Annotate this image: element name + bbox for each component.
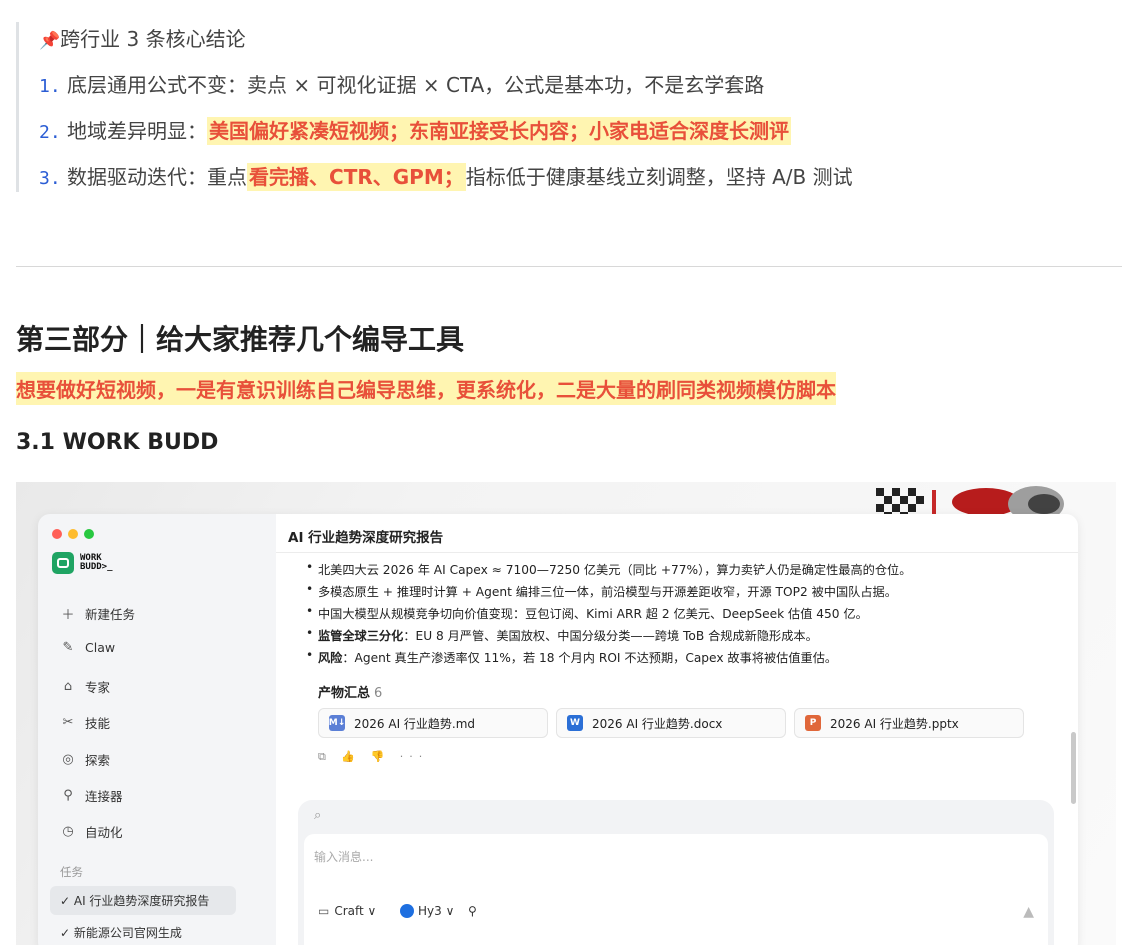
sidebar-item-new-task[interactable]: ＋新建任务	[60, 604, 135, 623]
workbuddy-screenshot: WORK BUDD>_ ＋新建任务 ✎ Claw ⌂ 专家 ✂ 技能 ◎ 探索 ⚲ 连接器 …	[16, 482, 1116, 945]
markdown-file-icon: M↓	[329, 715, 345, 731]
graduation-cap-icon: ⌂	[63, 679, 73, 694]
task-item-ai-report[interactable]: ✓ AI 行业趋势深度研究报告	[50, 886, 236, 915]
mode-selector[interactable]: ▭ Craft ∨	[318, 904, 376, 918]
conclusion-item-1: 1. 底层通用公式不变：卖点 × 可视化证据 × CTA，公式是基本功，不是玄学…	[39, 73, 765, 97]
subsection-title: 3.1 WORK BUDD	[16, 430, 219, 455]
file-card-pptx[interactable]: P 2026 AI 行业趋势.pptx	[794, 708, 1024, 738]
claw-icon: ✎	[62, 640, 74, 655]
sidebar-item-automation[interactable]: ◷ 自动化	[60, 822, 122, 841]
report-bullet: 北美四大云 2026 年 AI Capex ≈ 7100—7250 亿美元（同比…	[306, 560, 911, 578]
highlight-text: 美国偏好紧凑短视频；东南亚接受长内容；小家电适合深度长测评	[207, 117, 792, 145]
section-title: 第三部分｜给大家推荐几个编导工具	[16, 323, 465, 356]
file-card-docx[interactable]: W 2026 AI 行业趋势.docx	[556, 708, 786, 738]
message-actions[interactable]: ⧉ 👍 👎 ···	[318, 750, 428, 764]
conclusions-blockquote: 📌跨行业 3 条核心结论 1. 底层通用公式不变：卖点 × 可视化证据 × CT…	[16, 22, 1119, 192]
connector-icon[interactable]: ⚲	[468, 904, 477, 918]
composer: ⌕ 输入消息... ▭ Craft ∨ Hy3 ∨ ⚲ ▲	[298, 800, 1054, 945]
conclusion-item-3: 3. 数据驱动迭代：重点 看完播、CTR、GPM； 指标低于健康基线立刻调整，坚持 …	[39, 163, 853, 191]
task-group-label: 任务	[60, 865, 83, 879]
tools-icon: ✂	[62, 715, 74, 730]
conclusion-item-2: 2. 地域差异明显： 美国偏好紧凑短视频；东南亚接受长内容；小家电适合深度长测评	[39, 117, 792, 145]
powerpoint-file-icon: P	[805, 715, 821, 731]
connector-icon: ⚲	[63, 788, 73, 803]
send-icon[interactable]: ▲	[1023, 904, 1034, 920]
report-bullet: 多模态原生 + 推理时计算 + Agent 编排三位一体，前沿模型与开源差距收窄…	[306, 582, 897, 600]
model-logo-icon	[400, 904, 414, 918]
paperclip-icon[interactable]: ⌕	[314, 808, 321, 823]
task-item-energy-site[interactable]: ✓ 新能源公司官网生成	[50, 918, 236, 945]
input-placeholder: 输入消息...	[314, 850, 374, 864]
lead-highlight: 想要做好短视频，一是有意识训练自己编导思维，更系统化，二是大量的刷同类视频模仿脚…	[16, 372, 836, 405]
main-panel: AI 行业趋势深度研究报告 北美四大云 2026 年 AI Capex ≈ 71…	[276, 514, 1078, 945]
workbuddy-logo: WORK BUDD>_	[52, 552, 113, 574]
pushpin-icon: 📌	[39, 31, 61, 51]
sidebar-item-skills[interactable]: ✂ 技能	[60, 713, 110, 732]
word-file-icon: W	[567, 715, 583, 731]
clock-icon: ◷	[62, 824, 74, 839]
conclusions-title: 📌跨行业 3 条核心结论	[39, 27, 246, 51]
compass-icon: ◎	[62, 752, 74, 767]
sidebar-item-explore[interactable]: ◎ 探索	[60, 750, 110, 769]
horizontal-divider	[16, 266, 1122, 267]
report-bullet: 监管全球三分化：EU 8 月严管、美国放权、中国分级分类——跨境 ToB 合规成…	[306, 626, 818, 644]
scrollbar[interactable]	[1071, 732, 1076, 804]
plus-icon: ＋	[61, 608, 75, 623]
sidebar: WORK BUDD>_ ＋新建任务 ✎ Claw ⌂ 专家 ✂ 技能 ◎ 探索 ⚲ 连接器 …	[38, 514, 276, 945]
sidebar-item-claw[interactable]: ✎ Claw	[60, 640, 116, 655]
artifacts-heading: 产物汇总 6	[318, 686, 383, 701]
app-window: WORK BUDD>_ ＋新建任务 ✎ Claw ⌂ 专家 ✂ 技能 ◎ 探索 ⚲ 连接器 …	[38, 514, 1078, 945]
model-selector[interactable]: Hy3 ∨	[400, 904, 454, 918]
report-bullet: 中国大模型从规模竞争切向价值变现：豆包订阅、Kimi ARR 超 2 亿美元、D…	[306, 604, 868, 622]
file-card-md[interactable]: M↓ 2026 AI 行业趋势.md	[318, 708, 548, 738]
sidebar-item-experts[interactable]: ⌂ 专家	[60, 677, 110, 696]
highlight-text: 看完播、CTR、GPM；	[247, 163, 466, 191]
message-input[interactable]: 输入消息... ▭ Craft ∨ Hy3 ∨ ⚲ ▲	[304, 834, 1048, 945]
logo-icon	[52, 552, 74, 574]
sidebar-item-connectors[interactable]: ⚲ 连接器	[60, 786, 122, 805]
report-bullet: 风险：Agent 真生产渗透率仅 11%，若 18 个月内 ROI 不达预期，C…	[306, 648, 837, 666]
conversation-title: AI 行业趋势深度研究报告	[288, 530, 444, 546]
folder-icon: ▭	[318, 904, 330, 918]
title-divider	[276, 552, 1078, 553]
